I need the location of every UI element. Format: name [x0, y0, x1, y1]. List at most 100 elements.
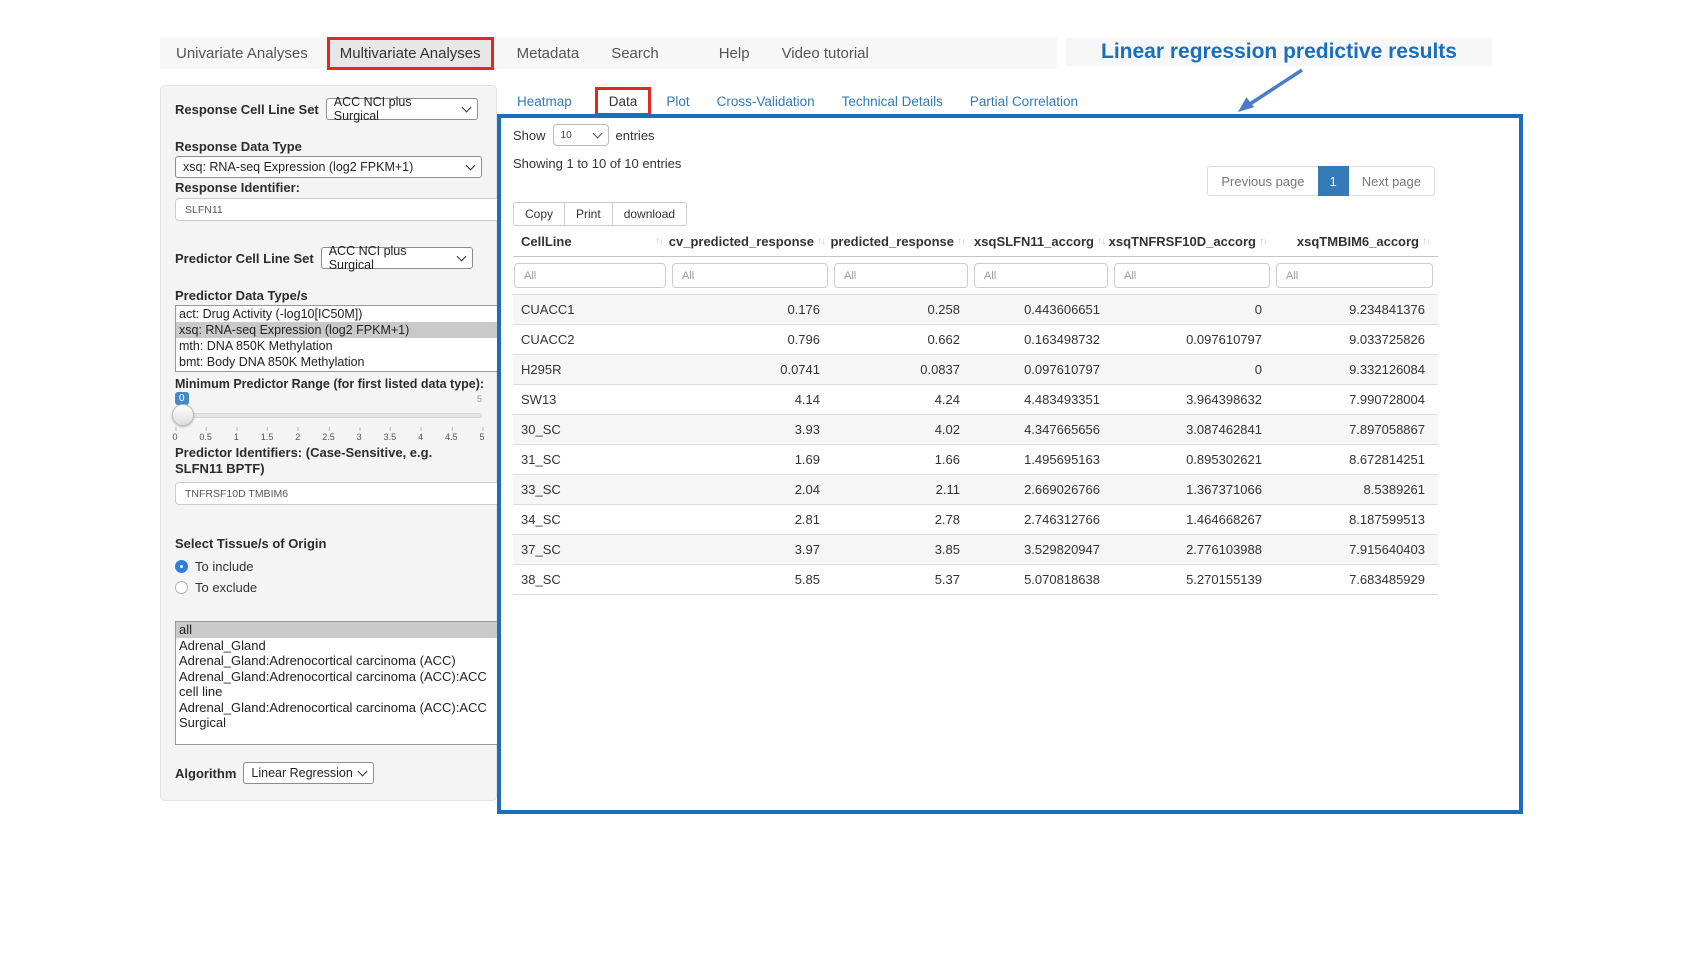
cell-line-name: 31_SC: [513, 445, 671, 475]
cell-value: 0.258: [833, 295, 973, 325]
cell-value: 8.672814251: [1275, 445, 1438, 475]
table-row[interactable]: CUACC20.7960.6620.1634987320.0976107979.…: [513, 325, 1438, 355]
predictor-cell-line-set-select[interactable]: ACC NCI plus Surgical: [321, 247, 473, 269]
table-row[interactable]: 38_SC5.855.375.0708186385.2701551397.683…: [513, 565, 1438, 595]
radio-to-exclude[interactable]: To exclude: [175, 577, 482, 598]
tab-data[interactable]: Data: [598, 90, 649, 113]
sort-icon[interactable]: ↑↓: [957, 236, 965, 247]
response-identifier-input[interactable]: [175, 198, 510, 221]
radio-icon[interactable]: [175, 560, 188, 573]
listbox-option[interactable]: act: Drug Activity (-log10[IC50M]): [176, 306, 509, 322]
cell-value: 0.662: [833, 325, 973, 355]
tab-partial-correlation[interactable]: Partial Correlation: [970, 94, 1078, 109]
predictor-datatype-listbox[interactable]: act: Drug Activity (-log10[IC50M])xsq: R…: [175, 305, 510, 372]
cell-line-name: 34_SC: [513, 505, 671, 535]
column-header-label: CellLine: [521, 234, 572, 249]
cell-value: 0.163498732: [973, 325, 1113, 355]
table-row[interactable]: 31_SC1.691.661.4956951630.8953026218.672…: [513, 445, 1438, 475]
radio-icon[interactable]: [175, 581, 188, 594]
column-filter-input[interactable]: [514, 263, 666, 288]
cell-value: 2.81: [671, 505, 833, 535]
column-header-label: xsqSLFN11_accorg: [974, 234, 1094, 249]
response-cell-line-set-select[interactable]: ACC NCI plus Surgical: [326, 98, 478, 120]
column-header-xsqSLFN11_accorg[interactable]: xsqSLFN11_accorg↑↓: [973, 230, 1113, 257]
column-header-xsqTNFRSF10D_accorg[interactable]: xsqTNFRSF10D_accorg↑↓: [1113, 230, 1275, 257]
listbox-option[interactable]: mth: DNA 850K Methylation: [176, 338, 509, 354]
tab-plot[interactable]: Plot: [666, 94, 689, 109]
column-header-CellLine[interactable]: CellLine ↑↓: [513, 230, 671, 257]
response-data-type-select[interactable]: xsq: RNA-seq Expression (log2 FPKM+1): [175, 156, 482, 178]
slider-handle[interactable]: [172, 404, 194, 426]
predictor-identifiers-input[interactable]: [175, 482, 510, 505]
table-header-row: CellLine↑↓cv_predicted_response↑↓predict…: [513, 230, 1438, 257]
algorithm-row: Algorithm Linear Regression: [175, 762, 482, 784]
listbox-option[interactable]: Adrenal_Gland: [176, 638, 509, 654]
show-label: Show: [513, 128, 546, 143]
cell-value: 2.78: [833, 505, 973, 535]
listbox-option[interactable]: bmt: Body DNA 850K Methylation: [176, 354, 509, 370]
nav-univariate-analyses[interactable]: Univariate Analyses: [166, 40, 318, 67]
nav-metadata[interactable]: Metadata: [507, 40, 590, 67]
sort-icon[interactable]: ↑↓: [655, 236, 663, 247]
chevron-down-icon: [466, 160, 476, 170]
previous-page-button[interactable]: Previous page: [1207, 166, 1318, 196]
cell-value: 0: [1113, 355, 1275, 385]
download-button[interactable]: download: [613, 202, 687, 226]
column-header-label: predicted_response: [830, 234, 954, 249]
results-table: CellLine↑↓cv_predicted_response↑↓predict…: [513, 230, 1438, 595]
column-header-label: xsqTNFRSF10D_accorg: [1109, 234, 1256, 249]
column-filter-input[interactable]: [974, 263, 1108, 288]
cell-value: 9.033725826: [1275, 325, 1438, 355]
slider-track[interactable]: [175, 413, 482, 418]
tissue-listbox[interactable]: allAdrenal_GlandAdrenal_Gland:Adrenocort…: [175, 621, 510, 745]
current-page-button[interactable]: 1: [1318, 166, 1349, 196]
table-row[interactable]: H295R0.07410.08370.09761079709.332126084: [513, 355, 1438, 385]
print-button[interactable]: Print: [565, 202, 613, 226]
cell-value: 0.097610797: [973, 355, 1113, 385]
table-row[interactable]: 33_SC2.042.112.6690267661.3673710668.538…: [513, 475, 1438, 505]
cell-value: 0.895302621: [1113, 445, 1275, 475]
nav-multivariate-analyses[interactable]: Multivariate Analyses: [330, 40, 491, 67]
cell-value: 5.85: [671, 565, 833, 595]
table-row[interactable]: SW134.144.244.4834933513.9643986327.9907…: [513, 385, 1438, 415]
column-filter-input[interactable]: [834, 263, 968, 288]
copy-button[interactable]: Copy: [513, 202, 565, 226]
table-row[interactable]: CUACC10.1760.2580.44360665109.234841376: [513, 295, 1438, 325]
cell-value: 0.0741: [671, 355, 833, 385]
response-cell-line-set-value: ACC NCI plus Surgical: [334, 95, 457, 123]
column-filter-input[interactable]: [1114, 263, 1270, 288]
slider-tick-label: 1: [234, 432, 239, 442]
column-header-predicted_response[interactable]: predicted_response↑↓: [833, 230, 973, 257]
cell-value: 3.529820947: [973, 535, 1113, 565]
cell-value: 1.69: [671, 445, 833, 475]
tab-technical-details[interactable]: Technical Details: [842, 94, 943, 109]
tab-heatmap[interactable]: Heatmap: [517, 94, 572, 109]
sort-icon[interactable]: ↑↓: [1259, 236, 1267, 247]
cell-value: 7.683485929: [1275, 565, 1438, 595]
next-page-button[interactable]: Next page: [1348, 166, 1435, 196]
nav-search[interactable]: Search: [601, 40, 669, 67]
column-filter-input[interactable]: [672, 263, 828, 288]
column-header-xsqTMBIM6_accorg[interactable]: xsqTMBIM6_accorg↑↓: [1275, 230, 1438, 257]
page-length-select[interactable]: 10: [553, 124, 609, 146]
nav-help[interactable]: Help: [709, 40, 760, 67]
listbox-option[interactable]: Adrenal_Gland:Adrenocortical carcinoma (…: [176, 669, 509, 700]
tab-cross-validation[interactable]: Cross-Validation: [717, 94, 815, 109]
listbox-option[interactable]: xsq: RNA-seq Expression (log2 FPKM+1): [176, 322, 509, 338]
nav-video-tutorial[interactable]: Video tutorial: [772, 40, 879, 67]
column-filter-input[interactable]: [1276, 263, 1433, 288]
sort-icon[interactable]: ↑↓: [817, 236, 825, 247]
column-header-cv_predicted_response[interactable]: cv_predicted_response↑↓: [671, 230, 833, 257]
algorithm-select[interactable]: Linear Regression: [243, 762, 373, 784]
table-row[interactable]: 37_SC3.973.853.5298209472.7761039887.915…: [513, 535, 1438, 565]
table-row[interactable]: 34_SC2.812.782.7463127661.4646682678.187…: [513, 505, 1438, 535]
table-row[interactable]: 30_SC3.934.024.3476656563.0874628417.897…: [513, 415, 1438, 445]
radio-to-include[interactable]: To include: [175, 556, 482, 577]
sort-icon[interactable]: ↑↓: [1097, 236, 1105, 247]
sort-icon[interactable]: ↑↓: [1422, 236, 1430, 247]
listbox-option[interactable]: Adrenal_Gland:Adrenocortical carcinoma (…: [176, 700, 509, 731]
cell-value: 4.483493351: [973, 385, 1113, 415]
cell-value: 9.332126084: [1275, 355, 1438, 385]
listbox-option[interactable]: Adrenal_Gland:Adrenocortical carcinoma (…: [176, 653, 509, 669]
listbox-option[interactable]: all: [176, 622, 509, 638]
